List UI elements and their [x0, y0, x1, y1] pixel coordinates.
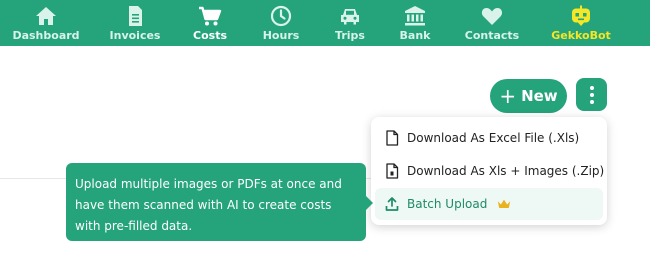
bank-icon: [405, 6, 425, 26]
nav-label: GekkoBot: [551, 29, 611, 42]
plus-icon: +: [499, 84, 517, 108]
robot-icon: [572, 5, 590, 26]
nav-item-contacts[interactable]: Contacts: [464, 0, 520, 46]
options-dropdown-menu: Download As Excel File (.Xls) Download A…: [371, 117, 607, 225]
page: Dashboard Invoices Costs Hours Trips Ban…: [0, 0, 650, 274]
menu-item-batch-upload[interactable]: Batch Upload: [375, 188, 603, 220]
nav-item-dashboard[interactable]: Dashboard: [12, 0, 80, 46]
nav-item-hours[interactable]: Hours: [262, 0, 300, 46]
menu-item-label: Download As Xls + Images (.Zip): [407, 164, 605, 178]
more-options-button[interactable]: [576, 78, 607, 111]
upload-icon: [385, 197, 399, 211]
dots-vertical-icon: [589, 85, 594, 90]
car-icon: [341, 9, 359, 25]
nav-label: Costs: [193, 29, 227, 42]
nav-label: Contacts: [464, 29, 520, 42]
file-icon: [386, 163, 399, 179]
menu-item-download-zip[interactable]: Download As Xls + Images (.Zip): [375, 155, 605, 187]
nav-label: Trips: [335, 29, 365, 42]
nav-item-costs[interactable]: Costs: [193, 0, 227, 46]
home-icon: [36, 7, 56, 25]
nav-label: Hours: [262, 29, 300, 42]
nav-item-gekkobot[interactable]: GekkoBot: [551, 0, 611, 46]
menu-item-label: Batch Upload: [407, 197, 488, 211]
nav-item-invoices[interactable]: Invoices: [110, 0, 160, 46]
nav-item-trips[interactable]: Trips: [334, 0, 366, 46]
crown-icon: [498, 199, 511, 208]
clock-icon: [270, 5, 292, 27]
menu-item-label: Download As Excel File (.Xls): [407, 131, 580, 145]
document-icon: [129, 6, 142, 26]
nav-label: Invoices: [109, 29, 161, 42]
menu-item-download-excel[interactable]: Download As Excel File (.Xls): [375, 122, 603, 154]
cart-icon: [199, 6, 222, 26]
nav-label: Dashboard: [12, 29, 80, 42]
file-icon: [386, 130, 399, 146]
tooltip-arrow: [366, 196, 373, 210]
nav-item-bank[interactable]: Bank: [399, 0, 431, 46]
top-navigation: Dashboard Invoices Costs Hours Trips Ban…: [0, 0, 650, 46]
batch-upload-tooltip: Upload multiple images or PDFs at once a…: [66, 163, 373, 241]
heart-icon: [481, 8, 503, 25]
nav-label: Bank: [399, 29, 431, 42]
new-button-label: New: [521, 87, 558, 105]
tooltip-text: Upload multiple images or PDFs at once a…: [75, 177, 342, 233]
new-button[interactable]: + New: [490, 79, 567, 113]
